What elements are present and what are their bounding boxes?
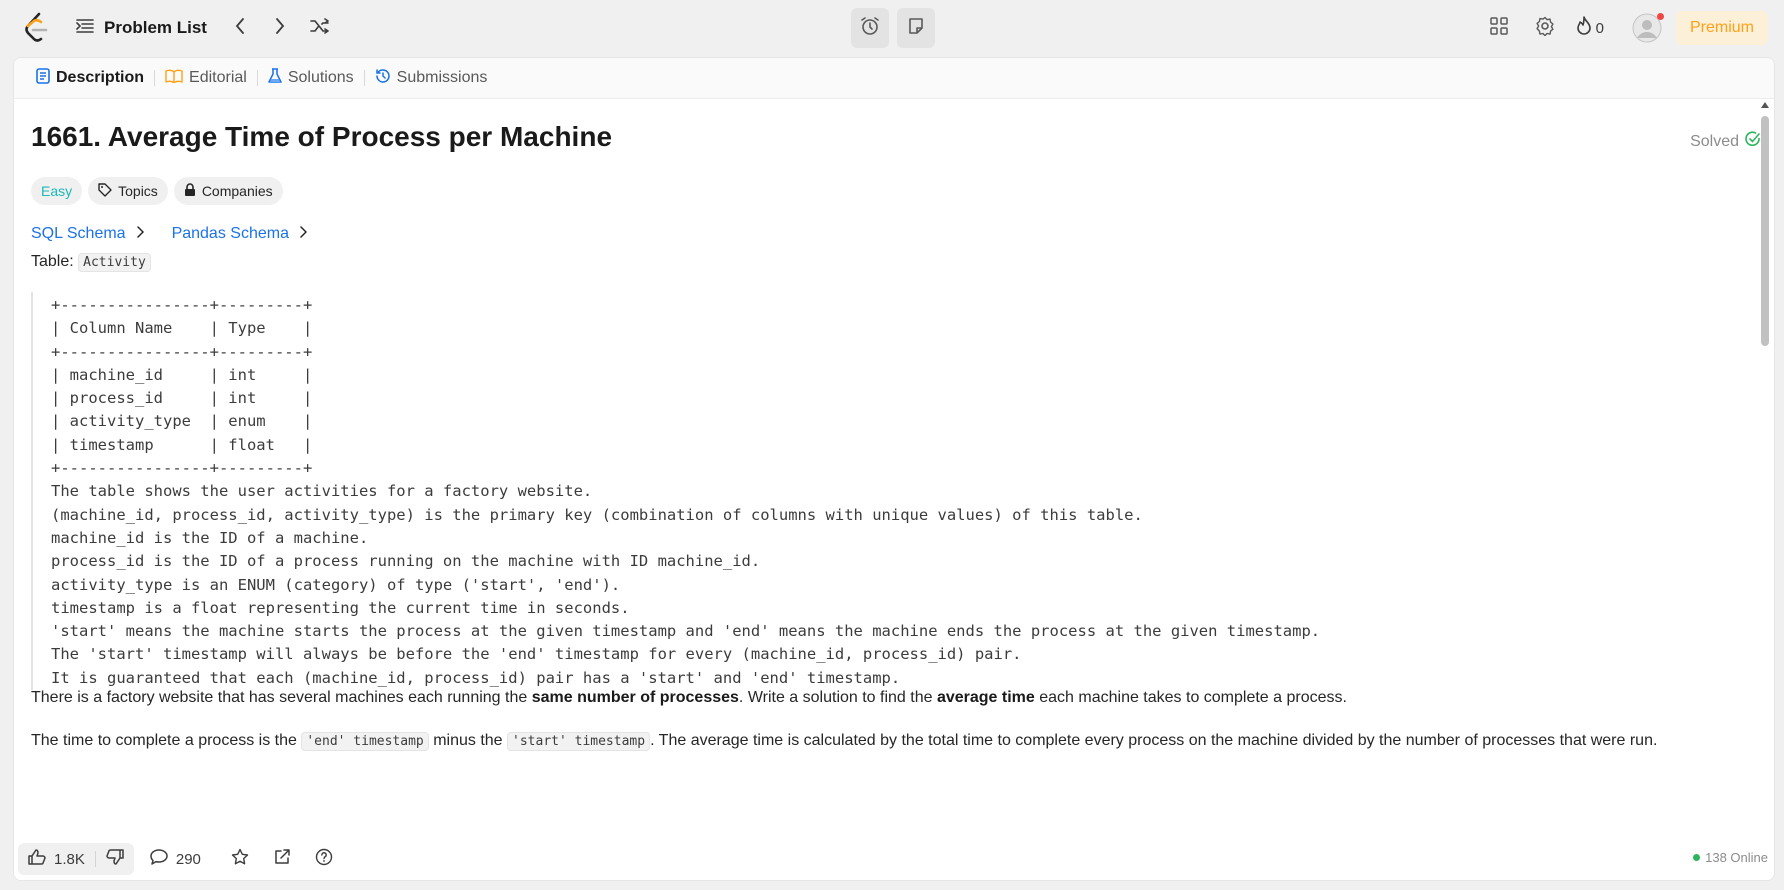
comment-icon (150, 849, 168, 869)
leetcode-logo[interactable] (22, 12, 50, 44)
text: . The average time is calculated by the … (650, 732, 1658, 749)
dislike-button[interactable] (96, 849, 134, 869)
chevron-right-icon (136, 225, 144, 243)
tab-description[interactable]: Description (26, 58, 154, 98)
share-button[interactable] (273, 848, 291, 870)
solved-status: Solved (1690, 131, 1761, 152)
like-button[interactable]: 1.8K (18, 849, 95, 869)
difficulty-badge: Easy (31, 177, 83, 205)
table-prefix: Table: (31, 253, 74, 270)
tab-solutions[interactable]: Solutions (258, 58, 364, 98)
scroll-up-icon[interactable] (1761, 102, 1769, 108)
topics-label: Topics (118, 183, 158, 199)
online-count: 138 Online (1705, 850, 1768, 865)
panel-tabs: Description Editorial Solutions Submissi… (14, 58, 1774, 99)
problem-list-label: Problem List (104, 18, 207, 37)
random-problem-button[interactable] (303, 14, 337, 42)
layout-button[interactable] (1484, 13, 1514, 43)
text: There is a factory website that has seve… (31, 689, 532, 706)
description-panel: Description Editorial Solutions Submissi… (13, 57, 1775, 881)
external-link-icon (273, 848, 291, 870)
alarm-icon (860, 16, 880, 41)
streak-count: 0 (1595, 19, 1604, 37)
problem-tags: Easy Topics Companies (31, 177, 283, 205)
online-dot (1693, 854, 1701, 861)
sql-schema-label: SQL Schema (31, 225, 126, 242)
inline-code: 'end' timestamp (301, 732, 429, 751)
question-circle-icon (315, 848, 333, 870)
lock-icon (184, 182, 196, 200)
chevron-right-icon (299, 225, 308, 243)
chevron-right-icon (275, 17, 285, 39)
vote-group: 1.8K (18, 843, 134, 875)
book-icon (165, 69, 183, 88)
solved-label: Solved (1690, 132, 1739, 150)
fire-icon (1576, 16, 1592, 40)
favorite-button[interactable] (231, 848, 249, 870)
list-icon (76, 18, 94, 39)
user-avatar[interactable] (1632, 13, 1664, 43)
tab-description-label: Description (56, 69, 145, 86)
problem-title[interactable]: 1661. Average Time of Process per Machin… (31, 121, 612, 153)
sql-schema-link[interactable]: SQL Schema (31, 225, 144, 243)
text: The time to complete a process is the (31, 732, 302, 749)
text: each machine takes to complete a process… (1034, 689, 1347, 706)
avatar-icon (1632, 13, 1662, 47)
bold-text: same number of processes (531, 689, 739, 706)
companies-button[interactable]: Companies (173, 177, 283, 205)
vertical-scrollbar[interactable] (1758, 98, 1772, 868)
scroll-thumb[interactable] (1761, 116, 1769, 346)
tab-solutions-label: Solutions (287, 69, 354, 86)
table-name-line: Table: Activity (31, 253, 151, 272)
companies-label: Companies (201, 183, 273, 199)
notes-button[interactable] (897, 8, 935, 48)
document-icon (36, 67, 50, 89)
help-button[interactable] (315, 848, 333, 870)
top-nav: Problem List 0 Premium (0, 0, 1784, 56)
schema-links: SQL Schema Pandas Schema (31, 225, 308, 243)
tag-icon (98, 182, 112, 200)
thumbs-down-icon (106, 849, 124, 869)
bottom-action-bar: 1.8K 290 138 Online (14, 838, 1774, 880)
pandas-schema-label: Pandas Schema (171, 225, 289, 242)
layout-icon (1489, 16, 1508, 40)
streak-counter[interactable]: 0 (1576, 16, 1604, 40)
topics-button[interactable]: Topics (88, 177, 168, 205)
bold-text: average time (936, 689, 1035, 706)
timer-button[interactable] (851, 8, 889, 48)
tab-editorial[interactable]: Editorial (155, 58, 257, 98)
text: minus the (428, 732, 508, 749)
settings-button[interactable] (1530, 13, 1560, 43)
schema-code-block: +----------------+---------+ | Column Na… (31, 292, 1751, 691)
table-name-code: Activity (78, 253, 151, 272)
star-icon (231, 848, 249, 870)
prev-problem-button[interactable] (223, 14, 257, 42)
inline-code: 'start' timestamp (507, 732, 651, 751)
notification-dot (1656, 13, 1664, 20)
premium-button[interactable]: Premium (1675, 11, 1768, 45)
notes-icon (907, 17, 925, 40)
comment-count: 290 (175, 850, 201, 868)
like-count: 1.8K (54, 850, 85, 868)
online-indicator: 138 Online (1693, 850, 1768, 865)
tab-editorial-label: Editorial (189, 69, 247, 86)
problem-list-button[interactable]: Problem List (76, 18, 207, 39)
text: . Write a solution to find the (738, 689, 937, 706)
pandas-schema-link[interactable]: Pandas Schema (171, 225, 308, 243)
next-problem-button[interactable] (263, 14, 297, 42)
tab-submissions-label: Submissions (396, 69, 488, 86)
tab-submissions[interactable]: Submissions (365, 58, 498, 98)
description-paragraph: There is a factory website that has seve… (31, 689, 1347, 707)
chevron-left-icon (235, 17, 245, 39)
thumbs-up-icon (28, 849, 46, 869)
history-icon (375, 68, 391, 89)
shuffle-icon (310, 17, 330, 39)
description-paragraph: The time to complete a process is the 'e… (31, 732, 1658, 751)
comments-button[interactable]: 290 (150, 849, 201, 869)
gear-icon (1535, 16, 1555, 41)
flask-icon (268, 67, 282, 89)
